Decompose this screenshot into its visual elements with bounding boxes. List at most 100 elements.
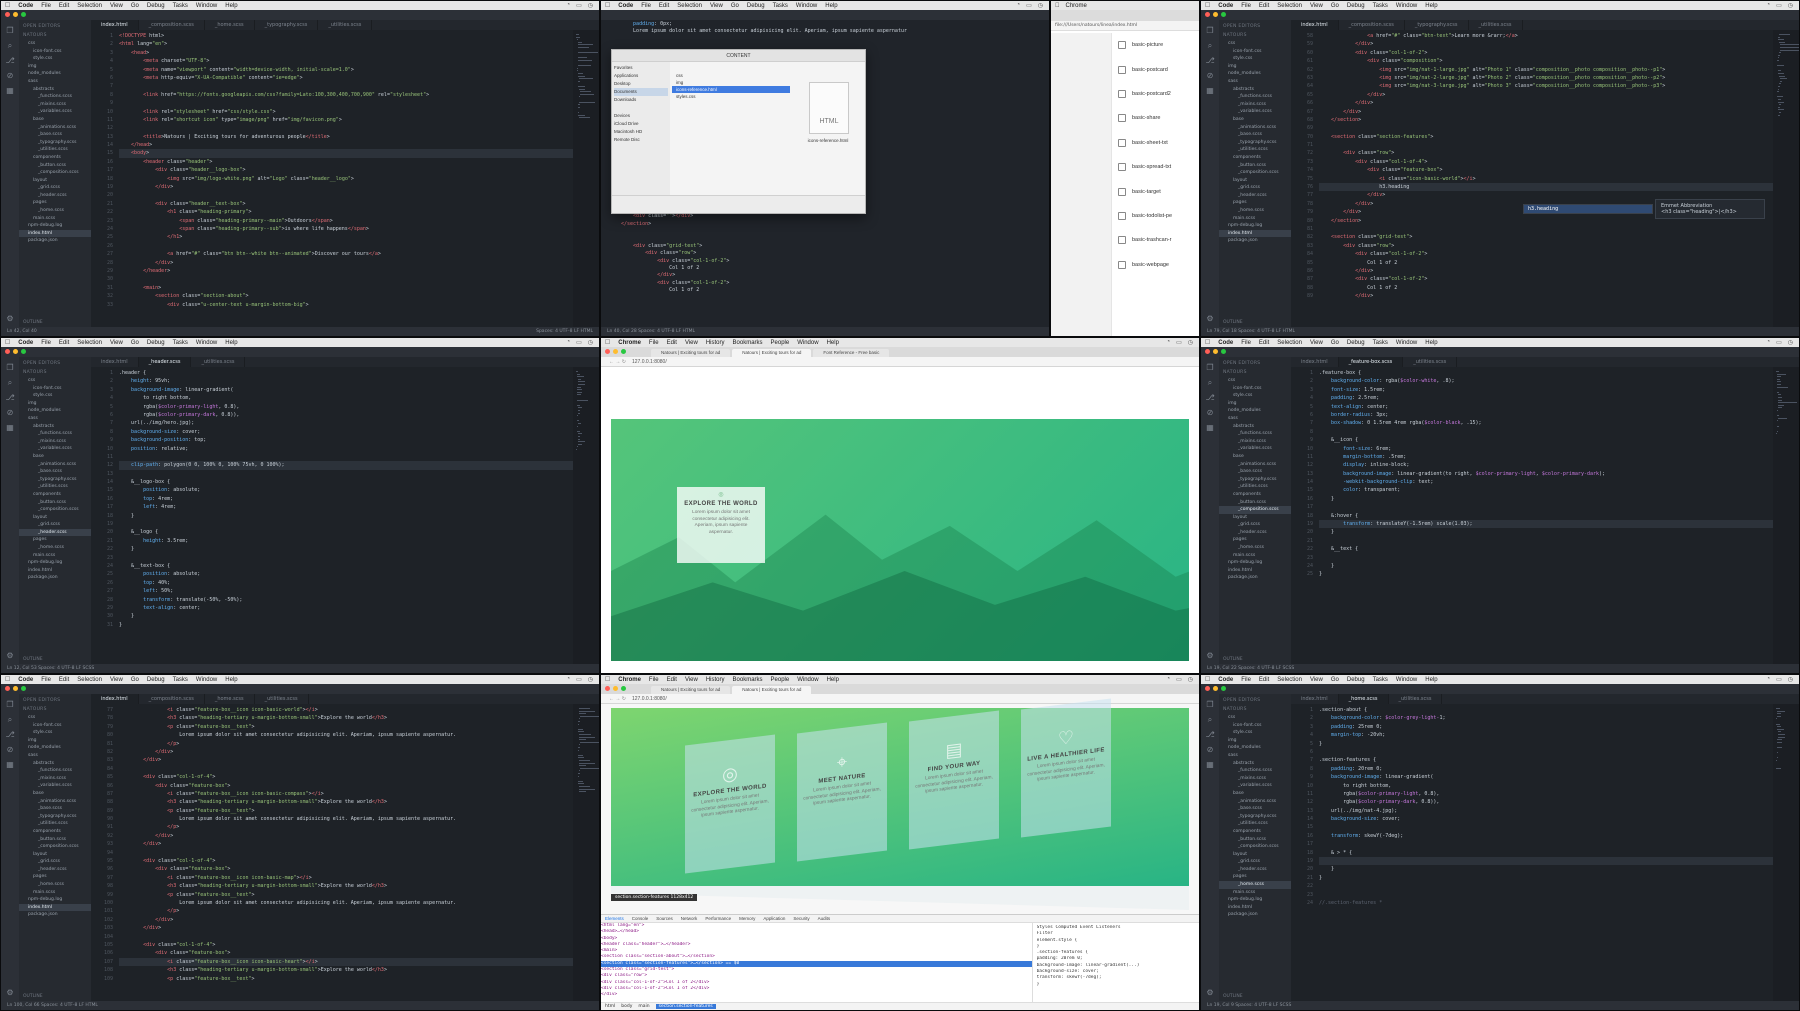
dialog-sidebar-item[interactable]: Remote Disc — [614, 136, 668, 144]
dialog-sidebar-item[interactable]: Applications — [614, 72, 668, 80]
devtools-tab[interactable]: Network — [681, 916, 698, 921]
menu-debug[interactable]: Debug — [1347, 677, 1365, 683]
menu-help[interactable]: Help — [827, 677, 839, 683]
code-line[interactable]: </h1> — [119, 233, 573, 241]
sidebar-item[interactable]: package.json — [1219, 574, 1291, 582]
apple-icon[interactable]:  — [605, 676, 610, 683]
browser-tab[interactable]: Natours | Exciting tours for ad — [732, 349, 812, 357]
menu-file[interactable]: File — [41, 677, 51, 683]
sidebar-item[interactable]: _grid.scss — [1219, 184, 1291, 192]
code-line[interactable]: </header> — [119, 267, 573, 275]
sidebar-item[interactable]: _composition.scss — [19, 506, 91, 514]
files-icon[interactable]: ❐ — [1206, 26, 1215, 35]
editor-tab[interactable]: index.html — [1291, 694, 1339, 704]
browser-tab[interactable]: Font Reference - Free basic — [813, 349, 890, 357]
sidebar-item[interactable]: abstracts — [1219, 86, 1291, 94]
sidebar-item[interactable]: _composition.scss — [1219, 506, 1291, 514]
code-line[interactable]: <i class="feature-box__icon icon-basic-m… — [119, 874, 573, 882]
sidebar-item[interactable]: _typography.scss — [19, 813, 91, 821]
code-line[interactable]: <link href="https://fonts.googleapis.com… — [119, 91, 573, 99]
sidebar-item[interactable]: _variables.scss — [19, 445, 91, 453]
sidebar-item[interactable]: _utilities.scss — [1219, 146, 1291, 154]
code-line[interactable] — [1319, 554, 1773, 562]
code-line[interactable]: <img src="img/nat-2-large.jpg" alt="Phot… — [1319, 74, 1773, 82]
menu-help[interactable]: Help — [225, 3, 237, 9]
open-editors-header[interactable]: OPEN EDITORS — [1219, 22, 1291, 31]
code-editor[interactable]: 77 78 79 80 81 82 83 84 85 86 87 88 89 90 91 92 93 94 95 96… — [91, 704, 573, 1001]
sidebar-item[interactable]: base — [1219, 790, 1291, 798]
dialog-sidebar-item[interactable]: iCloud Drive — [614, 120, 668, 128]
code-line[interactable]: <div class=""></div> — [621, 213, 1039, 220]
menu-window[interactable]: Window — [1396, 340, 1417, 346]
menu-code[interactable]: Code — [18, 3, 33, 9]
sidebar-item[interactable]: style.css — [1219, 729, 1291, 737]
code-line[interactable]: .header { — [119, 369, 573, 377]
code-line[interactable]: <meta name="viewport" content="width=dev… — [119, 66, 573, 74]
code-line[interactable]: &__logo { — [119, 528, 573, 536]
code-line[interactable]: <div class="feature-box"> — [119, 949, 573, 957]
sidebar-item[interactable]: abstracts — [19, 760, 91, 768]
sidebar-item[interactable]: _base.scss — [1219, 805, 1291, 813]
sidebar-item[interactable]: components — [19, 828, 91, 836]
code-line[interactable]: position: relative; — [119, 445, 573, 453]
code-line[interactable]: <section class="grid-test"> — [1319, 233, 1773, 241]
code-line[interactable]: </div> — [1319, 99, 1773, 107]
open-editors-header[interactable]: OPEN EDITORS — [1219, 696, 1291, 705]
menu-debug[interactable]: Debug — [1347, 3, 1365, 9]
sidebar-item[interactable]: _functions.scss — [1219, 93, 1291, 101]
code-line[interactable]: h3.heading — [1319, 183, 1773, 192]
sidebar-item[interactable]: _header.scss — [19, 192, 91, 200]
code-line[interactable]: <h3 class="heading-tertiary u-margin-bot… — [119, 966, 573, 974]
icon-list-item[interactable]: basic-spread-txt — [1112, 155, 1199, 179]
close-window-button[interactable] — [5, 12, 10, 17]
sidebar-item[interactable]: _variables.scss — [1219, 108, 1291, 116]
code-line[interactable] — [119, 765, 573, 773]
code-line[interactable]: </div> — [119, 756, 573, 764]
code-line[interactable]: margin-top: -20vh; — [1319, 731, 1773, 739]
code-editor[interactable]: 1 2 3 4 5 6 7 8 9 10 11 12 13 14 15 16 17 18 19 20 21 22 23 24.… — [1291, 704, 1773, 1001]
sidebar-item[interactable]: _home.scss — [1219, 544, 1291, 552]
feature-box[interactable]: ◎ EXPLORE THE WORLD Lorem ipsum dolor sit … — [677, 487, 765, 563]
menu-tasks[interactable]: Tasks — [1373, 3, 1388, 9]
menu-people[interactable]: People — [771, 677, 790, 683]
dialog-file-item[interactable]: icons-reference.html — [672, 86, 790, 93]
sidebar-item[interactable]: _functions.scss — [19, 430, 91, 438]
editor-tab[interactable]: index.html — [91, 694, 139, 704]
sidebar-item[interactable]: components — [19, 491, 91, 499]
code-line[interactable]: background-image: linear-gradient( — [119, 386, 573, 394]
address-bar[interactable]: file:///Users/natours/linea/index.html — [1051, 21, 1199, 31]
code-line[interactable]: background-size: cover; — [1319, 815, 1773, 823]
menu-go[interactable]: Go — [1331, 677, 1339, 683]
menu-view[interactable]: View — [110, 677, 123, 683]
icon-list-item[interactable]: basic-sheet-txt — [1112, 131, 1199, 155]
sidebar-item[interactable]: pages — [19, 199, 91, 207]
code-line[interactable]: <h1 class="heading-primary"> — [119, 208, 573, 216]
sidebar-item[interactable]: _utilities.scss — [19, 483, 91, 491]
sidebar-item[interactable]: sass — [19, 752, 91, 760]
menu-edit[interactable]: Edit — [59, 3, 69, 9]
sidebar-item[interactable]: npm-debug.log — [19, 222, 91, 230]
code-line[interactable]: border-radius: 3px; — [1319, 411, 1773, 419]
code-line[interactable]: </div> — [1319, 267, 1773, 275]
dialog-sidebar-item[interactable] — [614, 104, 668, 112]
sidebar-item[interactable]: icon-font.css — [19, 722, 91, 730]
extensions-icon[interactable]: ▦ — [6, 760, 15, 769]
zoom-window-button[interactable] — [1221, 349, 1226, 354]
code-line[interactable]: <img src="img/nat-1-large.jpg" alt="Phot… — [1319, 66, 1773, 74]
code-line[interactable] — [1319, 857, 1773, 866]
files-icon[interactable]: ❐ — [6, 700, 15, 709]
editor-tab[interactable]: _home.scss — [205, 694, 255, 704]
gear-icon[interactable]: ⚙ — [6, 651, 15, 660]
code-line[interactable]: <p class="feature-box__text"> — [119, 807, 573, 815]
code-line[interactable]: } — [119, 545, 573, 553]
code-line[interactable]: <div class="feature-box"> — [119, 865, 573, 873]
sidebar-item[interactable]: _animations.scss — [1219, 461, 1291, 469]
code-line[interactable]: } — [1319, 570, 1773, 578]
open-editors-header[interactable]: OPEN EDITORS — [1219, 359, 1291, 368]
menu-window[interactable]: Window — [1396, 3, 1417, 9]
code-line[interactable]: } — [1319, 495, 1773, 503]
code-line[interactable]: <p class="feature-box__text"> — [119, 975, 573, 983]
devtools-tab[interactable]: Security — [793, 916, 809, 921]
breadcrumb-item[interactable]: html — [605, 1004, 615, 1009]
sidebar-item[interactable]: node_modules — [19, 70, 91, 78]
